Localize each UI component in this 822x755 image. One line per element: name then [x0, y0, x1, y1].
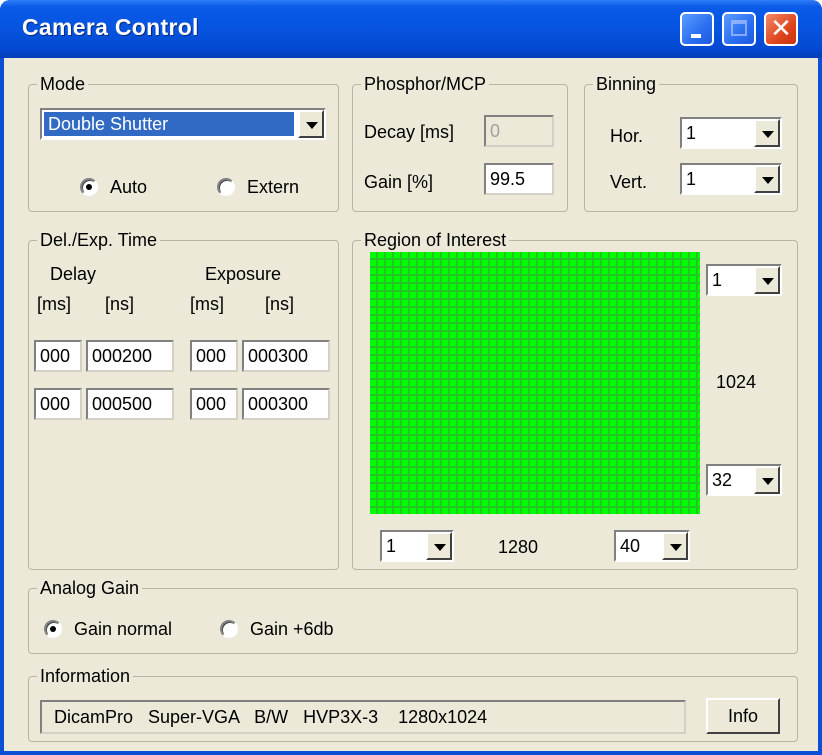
- chevron-down-icon: [762, 478, 774, 485]
- roi-bottom-select[interactable]: 32: [706, 464, 782, 496]
- roi-right-value: 40: [620, 536, 641, 556]
- chevron-down-icon: [762, 278, 774, 285]
- information-field: DicamPro Super-VGA B/W HVP3X-3 1280x1024: [40, 700, 686, 734]
- chevron-down-icon: [306, 122, 318, 129]
- vert-label: Vert.: [610, 172, 648, 192]
- maximize-icon: [731, 20, 747, 36]
- mode-selected-value: Double Shutter: [44, 112, 294, 136]
- binning-legend: Binning: [593, 73, 660, 95]
- radio-dot: [50, 626, 56, 632]
- delay-ms-field-1[interactable]: 000: [34, 340, 82, 372]
- mode-auto-radio[interactable]: [80, 178, 98, 196]
- roi-grid[interactable]: [370, 252, 700, 514]
- roi-top-dropdown-button[interactable]: [754, 266, 780, 294]
- roi-top-select[interactable]: 1: [706, 264, 782, 296]
- delay-ns-field-1[interactable]: 000200: [86, 340, 174, 372]
- roi-height-label: 1024: [716, 372, 757, 392]
- vert-binning-select[interactable]: 1: [680, 163, 782, 195]
- mode-extern-label[interactable]: Extern: [247, 177, 299, 198]
- timing-legend: Del./Exp. Time: [37, 229, 161, 251]
- hor-binning-value: 1: [686, 123, 697, 143]
- delay-ns-field-2[interactable]: 000500: [86, 388, 174, 420]
- close-icon: ✕: [770, 14, 792, 44]
- gain-normal-radio[interactable]: [44, 620, 62, 638]
- decay-field: 0: [484, 115, 554, 147]
- chevron-down-icon: [762, 177, 774, 184]
- minimize-icon: [691, 34, 701, 38]
- exposure-ms-unit: [ms]: [190, 294, 224, 314]
- roi-width-label: 1280: [498, 537, 539, 557]
- hor-dropdown-button[interactable]: [754, 119, 780, 147]
- gain-6db-radio[interactable]: [220, 620, 238, 638]
- window-title: Camera Control: [22, 14, 199, 40]
- roi-legend: Region of Interest: [361, 229, 510, 251]
- roi-right-dropdown-button[interactable]: [662, 532, 688, 560]
- delay-ns-unit: [ns]: [105, 294, 135, 314]
- delay-ms-unit: [ms]: [37, 294, 71, 314]
- roi-left-value: 1: [386, 536, 397, 556]
- vert-binning-value: 1: [686, 169, 697, 189]
- exposure-ns-field-2[interactable]: 000300: [242, 388, 330, 420]
- roi-bottom-value: 32: [712, 470, 733, 490]
- roi-top-value: 1: [712, 270, 723, 290]
- delay-ms-field-2[interactable]: 000: [34, 388, 82, 420]
- info-button[interactable]: Info: [706, 698, 780, 734]
- mode-auto-label[interactable]: Auto: [110, 177, 147, 198]
- minimize-button[interactable]: [680, 12, 714, 46]
- gain-normal-label[interactable]: Gain normal: [74, 619, 172, 640]
- gain-label: Gain [%]: [364, 172, 434, 192]
- maximize-button[interactable]: [722, 12, 756, 46]
- roi-left-select[interactable]: 1: [380, 530, 454, 562]
- exposure-ns-field-1[interactable]: 000300: [242, 340, 330, 372]
- chevron-down-icon: [670, 544, 682, 551]
- title-bar[interactable]: Camera Control ✕: [0, 0, 822, 58]
- roi-left-dropdown-button[interactable]: [426, 532, 452, 560]
- mode-extern-radio[interactable]: [217, 178, 235, 196]
- mode-select[interactable]: Double Shutter: [40, 108, 326, 140]
- information-legend: Information: [37, 665, 134, 687]
- gain-6db-label[interactable]: Gain +6db: [250, 619, 334, 640]
- delay-header: Delay: [50, 264, 97, 284]
- exposure-ms-field-2[interactable]: 000: [190, 388, 238, 420]
- exposure-ns-unit: [ns]: [265, 294, 295, 314]
- mode-dropdown-button[interactable]: [298, 110, 324, 138]
- roi-right-select[interactable]: 40: [614, 530, 690, 562]
- radio-dot: [86, 184, 92, 190]
- hor-binning-select[interactable]: 1: [680, 117, 782, 149]
- analog-gain-legend: Analog Gain: [37, 577, 143, 599]
- roi-bottom-dropdown-button[interactable]: [754, 466, 780, 494]
- close-button[interactable]: ✕: [764, 12, 798, 46]
- hor-label: Hor.: [610, 126, 644, 146]
- phosphor-legend: Phosphor/MCP: [361, 73, 490, 95]
- exposure-header: Exposure: [205, 264, 282, 284]
- vert-dropdown-button[interactable]: [754, 165, 780, 193]
- gain-field[interactable]: 99.5: [484, 163, 554, 195]
- chevron-down-icon: [434, 544, 446, 551]
- mode-legend: Mode: [37, 73, 89, 95]
- exposure-ms-field-1[interactable]: 000: [190, 340, 238, 372]
- chevron-down-icon: [762, 131, 774, 138]
- decay-label: Decay [ms]: [364, 122, 455, 142]
